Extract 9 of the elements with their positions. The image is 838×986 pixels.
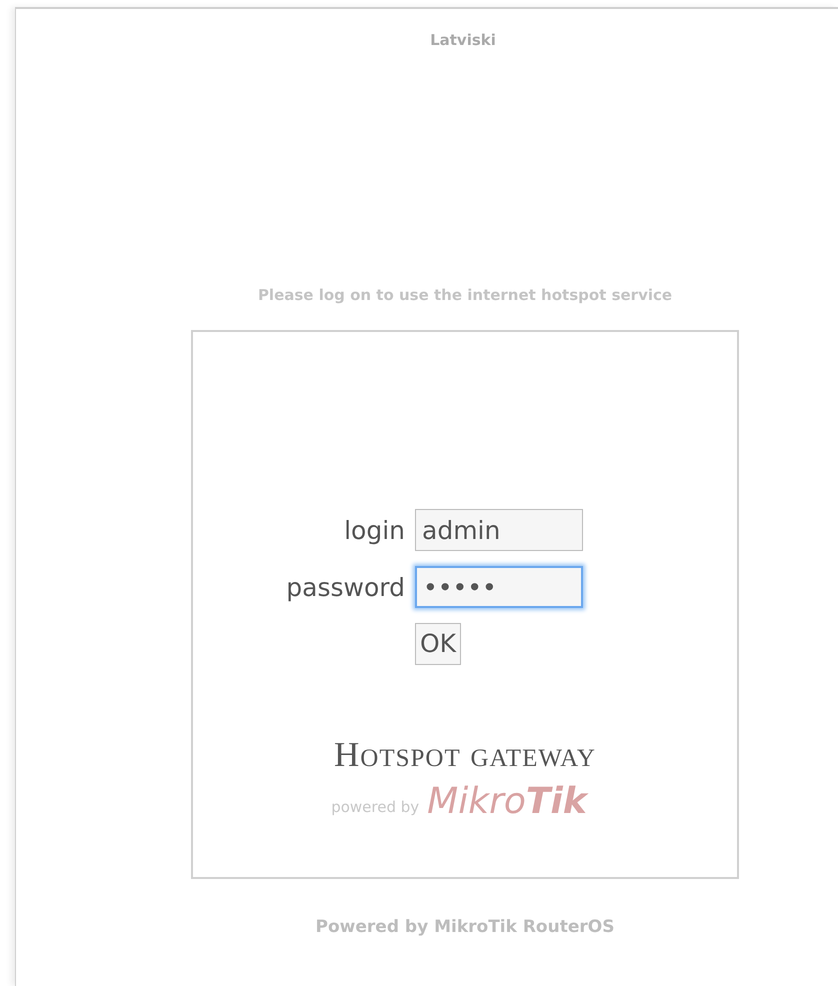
field-label: login (343, 518, 405, 542)
input-field[interactable]: admin (415, 509, 583, 551)
field-label: password (285, 574, 405, 600)
login-message: Please log on to use the internet hotspot service (258, 284, 672, 306)
hotspot-title: Hotspot gateway (334, 737, 596, 772)
footer-text: Powered by MikroTik RouterOS (316, 916, 614, 939)
input-field[interactable]: ••••• (415, 566, 583, 608)
brand-logo: MikroTik (427, 784, 587, 820)
ok-button[interactable]: OK (415, 623, 462, 665)
